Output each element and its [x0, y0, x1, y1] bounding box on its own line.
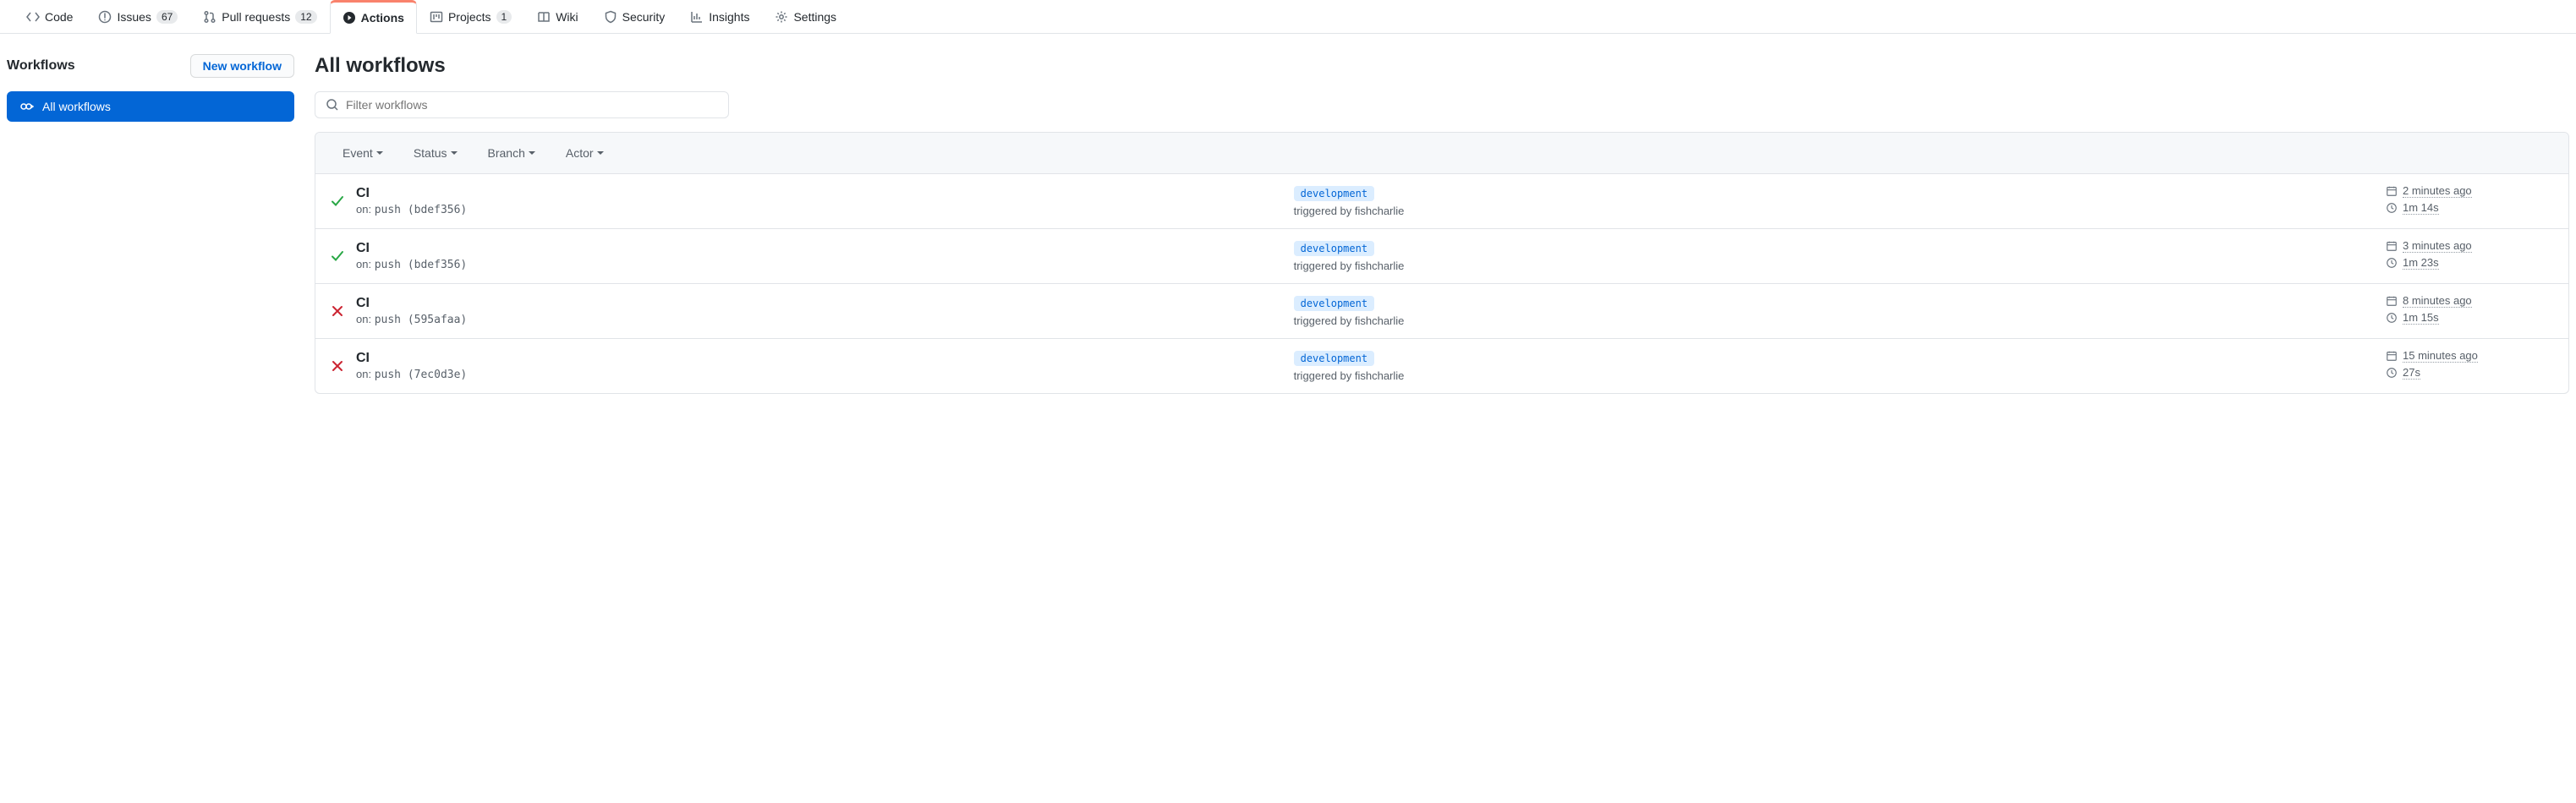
- run-trigger: triggered by fishcharlie: [1294, 259, 2376, 272]
- clock-icon: [2386, 367, 2398, 379]
- run-title-link[interactable]: CI: [356, 241, 1284, 256]
- new-workflow-button[interactable]: New workflow: [190, 54, 294, 78]
- clock-icon: [2386, 257, 2398, 269]
- run-trigger: triggered by fishcharlie: [1294, 205, 2376, 217]
- filter-label: Actor: [566, 146, 594, 160]
- run-status-failure-icon: [329, 304, 346, 318]
- run-subtitle: on: push (bdef356): [356, 203, 1284, 216]
- main-content: All workflows Event Status Branch Actor CI o…: [315, 54, 2569, 394]
- branch-badge[interactable]: development: [1294, 351, 1374, 366]
- filter-event-button[interactable]: Event: [343, 146, 383, 160]
- filter-status-button[interactable]: Status: [414, 146, 458, 160]
- issue-icon: [98, 10, 112, 24]
- filter-workflows-input-wrap[interactable]: [315, 91, 729, 118]
- filter-actor-button[interactable]: Actor: [566, 146, 604, 160]
- run-status-success-icon: [329, 194, 346, 208]
- run-timestamp: 8 minutes ago: [2386, 294, 2555, 308]
- run-title-link[interactable]: CI: [356, 296, 1284, 311]
- project-icon: [430, 10, 443, 24]
- repo-tabnav: Code Issues 67 Pull requests 12 Actions Projec…: [0, 0, 2576, 34]
- pr-icon: [203, 10, 216, 24]
- workflow-run-row: CI on: push (bdef356) development triggered…: [315, 174, 2568, 229]
- caret-down-icon: [451, 151, 458, 155]
- run-duration: 1m 15s: [2386, 311, 2555, 325]
- tab-projects[interactable]: Projects 1: [417, 1, 524, 32]
- branch-badge[interactable]: development: [1294, 186, 1374, 201]
- caret-down-icon: [597, 151, 604, 155]
- run-status-failure-icon: [329, 359, 346, 373]
- filter-label: Status: [414, 146, 447, 160]
- tab-counter: 67: [156, 10, 178, 24]
- play-icon: [343, 11, 356, 25]
- filter-branch-button[interactable]: Branch: [488, 146, 535, 160]
- filter-workflows-input[interactable]: [346, 98, 718, 112]
- calendar-icon: [2386, 350, 2398, 362]
- tab-pull-requests[interactable]: Pull requests 12: [190, 1, 329, 32]
- calendar-icon: [2386, 185, 2398, 197]
- calendar-icon: [2386, 240, 2398, 252]
- branch-badge[interactable]: development: [1294, 296, 1374, 311]
- caret-down-icon: [529, 151, 535, 155]
- tab-label: Issues: [117, 10, 151, 24]
- sidebar-item-all-workflows[interactable]: All workflows: [7, 91, 294, 122]
- run-title-link[interactable]: CI: [356, 351, 1284, 366]
- tab-actions[interactable]: Actions: [330, 0, 417, 34]
- graph-icon: [690, 10, 704, 24]
- tab-label: Projects: [448, 10, 491, 24]
- runs-toolbar: Event Status Branch Actor: [315, 133, 2568, 174]
- run-timestamp: 3 minutes ago: [2386, 239, 2555, 253]
- workflow-run-row: CI on: push (595afaa) development triggered…: [315, 284, 2568, 339]
- workflows-sidebar: Workflows New workflow All workflows: [7, 54, 294, 394]
- run-status-success-icon: [329, 249, 346, 263]
- filter-label: Branch: [488, 146, 525, 160]
- caret-down-icon: [376, 151, 383, 155]
- tab-counter: 1: [496, 10, 512, 24]
- tab-label: Actions: [361, 11, 404, 25]
- tab-counter: 12: [295, 10, 316, 24]
- run-trigger: triggered by fishcharlie: [1294, 369, 2376, 382]
- wiki-icon: [537, 10, 551, 24]
- run-duration: 1m 14s: [2386, 201, 2555, 215]
- run-title-link[interactable]: CI: [356, 186, 1284, 201]
- tab-insights[interactable]: Insights: [677, 1, 762, 32]
- run-subtitle: on: push (595afaa): [356, 313, 1284, 326]
- tab-label: Security: [622, 10, 666, 24]
- tab-settings[interactable]: Settings: [762, 1, 849, 32]
- run-duration: 27s: [2386, 366, 2555, 380]
- run-trigger: triggered by fishcharlie: [1294, 314, 2376, 327]
- tab-label: Insights: [709, 10, 749, 24]
- workflow-runs-box: Event Status Branch Actor CI on: push (bdef3…: [315, 132, 2569, 394]
- tab-label: Settings: [793, 10, 836, 24]
- tab-security[interactable]: Security: [591, 1, 678, 32]
- sidebar-title: Workflows: [7, 58, 75, 74]
- code-icon: [26, 10, 40, 24]
- page-title: All workflows: [315, 54, 2569, 78]
- shield-icon: [604, 10, 617, 24]
- run-timestamp: 2 minutes ago: [2386, 184, 2555, 198]
- tab-label: Pull requests: [222, 10, 290, 24]
- workflow-run-row: CI on: push (7ec0d3e) development triggered…: [315, 339, 2568, 393]
- tab-code[interactable]: Code: [14, 1, 85, 32]
- workflow-icon: [20, 100, 34, 113]
- filter-label: Event: [343, 146, 373, 160]
- run-timestamp: 15 minutes ago: [2386, 349, 2555, 363]
- run-subtitle: on: push (7ec0d3e): [356, 368, 1284, 381]
- gear-icon: [775, 10, 788, 24]
- calendar-icon: [2386, 295, 2398, 307]
- tab-label: Wiki: [556, 10, 578, 24]
- run-duration: 1m 23s: [2386, 256, 2555, 270]
- tab-wiki[interactable]: Wiki: [524, 1, 590, 32]
- branch-badge[interactable]: development: [1294, 241, 1374, 256]
- workflow-run-row: CI on: push (bdef356) development triggered…: [315, 229, 2568, 284]
- clock-icon: [2386, 312, 2398, 324]
- tab-issues[interactable]: Issues 67: [85, 1, 190, 32]
- run-subtitle: on: push (bdef356): [356, 258, 1284, 271]
- search-icon: [326, 98, 339, 112]
- tab-label: Code: [45, 10, 73, 24]
- clock-icon: [2386, 202, 2398, 214]
- sidebar-item-label: All workflows: [42, 100, 111, 113]
